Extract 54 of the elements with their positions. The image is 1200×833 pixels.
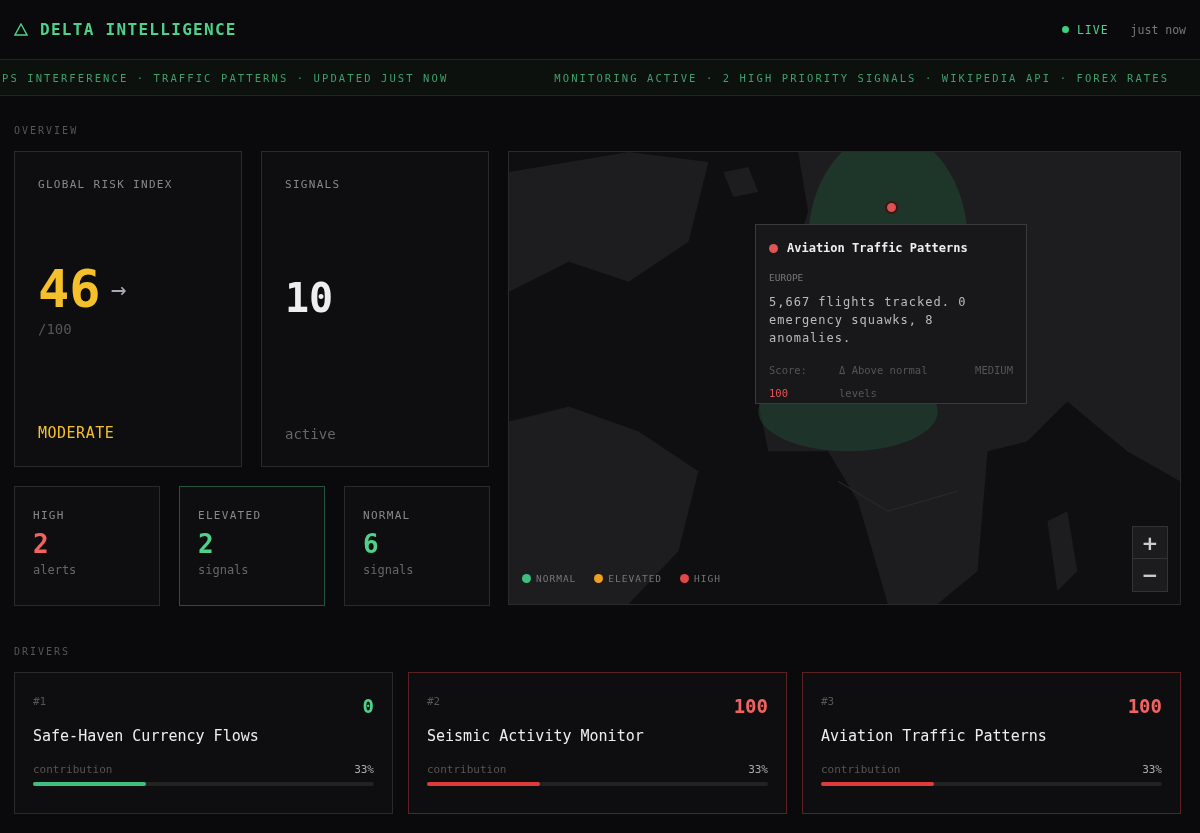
- count-caption: alerts: [33, 562, 78, 577]
- signals-value: 10: [285, 275, 335, 321]
- legend-label: NORMAL: [536, 573, 577, 584]
- tooltip-description: 5,667 flights tracked. 0 emergency squawks, 8 anomalies.: [769, 294, 968, 347]
- card-label: SIGNALS: [285, 178, 342, 191]
- card-label: ELEVATED: [198, 509, 263, 522]
- count-card[interactable]: ELEVATED 2 signals: [179, 486, 325, 606]
- driver-score: 0: [362, 695, 374, 717]
- status-dot-icon: [769, 243, 778, 253]
- driver-rank: #3: [821, 695, 835, 708]
- updated-time: just now: [1130, 22, 1186, 37]
- card-label: HIGH: [33, 509, 66, 522]
- ticker-text: MONITORING ACTIVE · 2 HIGH PRIORITY SIGNALS · WIKIPEDIA API · FOREX RATES: [554, 71, 1170, 84]
- score-value: 100: [769, 386, 789, 401]
- count-caption: signals: [198, 562, 250, 577]
- driver-rank: #2: [427, 695, 441, 708]
- delta-text: Δ Above normal levels: [839, 363, 929, 401]
- triangle-icon: [14, 23, 28, 36]
- contribution-label: contribution: [33, 763, 113, 776]
- driver-score: 100: [733, 695, 768, 717]
- section-heading: OVERVIEW: [13, 124, 80, 138]
- card-label: GLOBAL RISK INDEX: [38, 178, 174, 191]
- driver-title: Aviation Traffic Patterns: [821, 727, 1048, 745]
- count-card[interactable]: HIGH 2 alerts: [14, 486, 160, 606]
- tooltip-region: EUROPE: [769, 272, 805, 283]
- ticker-text: PS INTERFERENCE · TRAFFIC PATTERNS · UPDATED JUST NOW: [2, 71, 449, 84]
- count-value: 6: [363, 530, 380, 559]
- count-caption: signals: [363, 562, 415, 577]
- driver-title: Safe-Haven Currency Flows: [33, 727, 260, 745]
- contribution-value: 33%: [1142, 763, 1162, 776]
- signals-caption: active: [285, 426, 337, 442]
- app-title: DELTA INTELLIGENCE: [40, 20, 237, 39]
- count-value: 2: [198, 530, 215, 559]
- count-value: 2: [33, 530, 50, 559]
- live-label: LIVE: [1076, 22, 1109, 37]
- section-heading: DRIVERS: [13, 645, 72, 659]
- trend-arrow: →: [110, 274, 127, 304]
- contribution-label: contribution: [821, 763, 901, 776]
- driver-score: 100: [1127, 695, 1162, 717]
- count-card[interactable]: NORMAL 6 signals: [344, 486, 490, 606]
- driver-rank: #1: [33, 695, 47, 708]
- risk-value: 46: [38, 263, 101, 315]
- legend-label: HIGH: [694, 573, 721, 584]
- contribution-label: contribution: [427, 763, 507, 776]
- contribution-value: 33%: [354, 763, 374, 776]
- level-text: MEDIUM: [975, 363, 1013, 378]
- risk-status: MODERATE: [38, 424, 116, 442]
- contribution-value: 33%: [748, 763, 768, 776]
- tooltip-title: Aviation Traffic Patterns: [787, 241, 968, 255]
- legend-label: ELEVATED: [608, 573, 663, 584]
- risk-scale: /100: [38, 321, 73, 337]
- score-label: Score:: [769, 363, 808, 378]
- card-label: NORMAL: [363, 509, 412, 522]
- driver-title: Seismic Activity Monitor: [427, 727, 645, 745]
